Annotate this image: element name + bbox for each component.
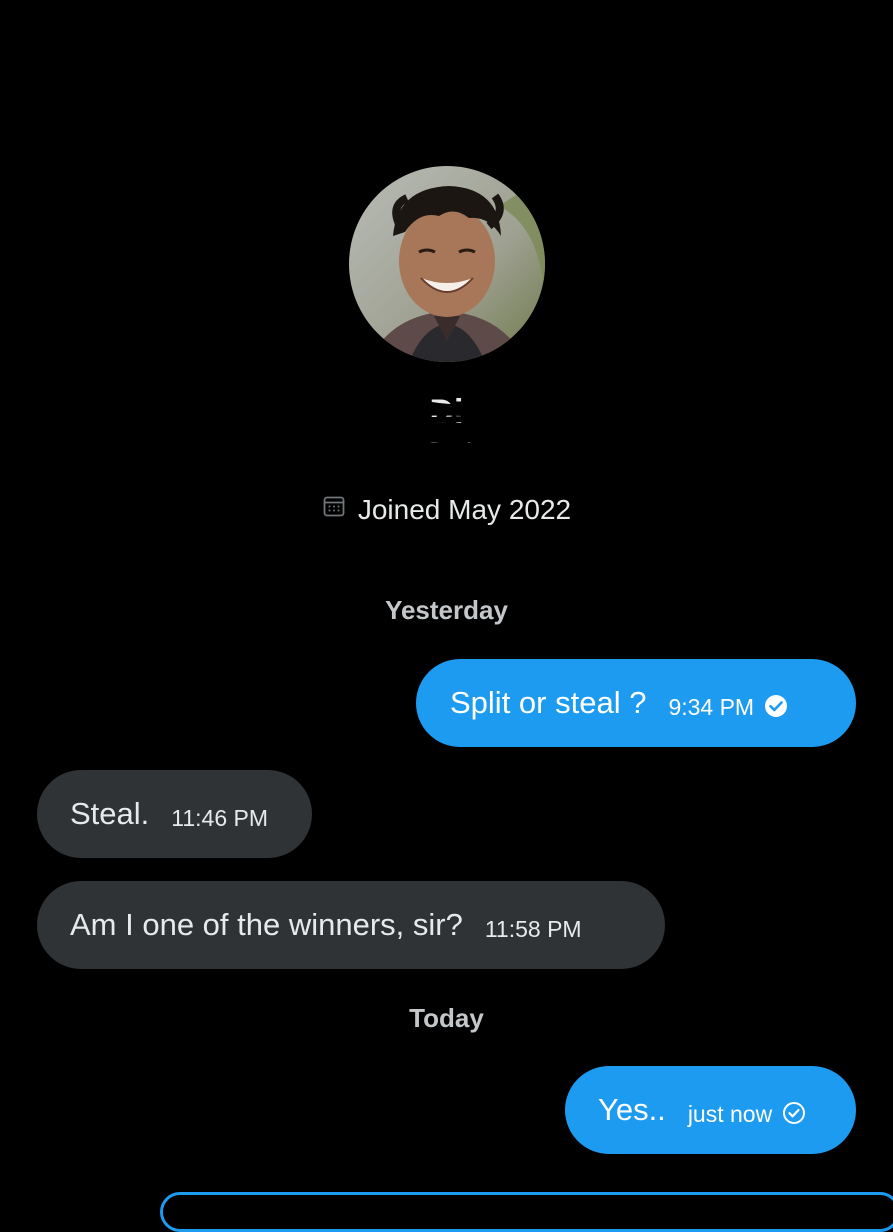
read-check-icon bbox=[764, 694, 788, 718]
message-composer[interactable] bbox=[160, 1192, 893, 1232]
message-text: Yes.. bbox=[598, 1092, 666, 1127]
message-time: 11:58 PM bbox=[484, 916, 582, 942]
date-separator-today: Today bbox=[409, 1003, 484, 1033]
avatar[interactable] bbox=[348, 166, 545, 362]
joined-label: Joined May 2022 bbox=[357, 494, 572, 525]
message-time: 9:34 PM bbox=[668, 694, 755, 720]
message-text: Split or steal ? bbox=[450, 685, 647, 720]
profile-header: Di @Di bbox=[0, 166, 893, 470]
calendar-icon bbox=[322, 489, 346, 529]
message-time: just now bbox=[687, 1101, 773, 1127]
message-bubble-sent[interactable]: Split or steal ? 9:34 PM bbox=[416, 659, 856, 747]
avatar-photo bbox=[348, 166, 545, 362]
message-bubble-sent[interactable]: Yes.. just now bbox=[565, 1066, 856, 1154]
display-name-row: Di bbox=[0, 384, 893, 440]
handle-row: @Di bbox=[0, 434, 893, 470]
message-bubble-received[interactable]: Am I one of the winners, sir? 11:58 PM bbox=[37, 881, 665, 969]
message-time: 11:46 PM bbox=[171, 805, 269, 831]
joined-date: Joined May 2022 bbox=[0, 490, 893, 532]
message-text: Steal. bbox=[70, 796, 150, 831]
redaction-scribble bbox=[347, 388, 539, 424]
date-separator-yesterday: Yesterday bbox=[385, 595, 508, 625]
message-text: Am I one of the winners, sir? bbox=[70, 907, 463, 942]
redaction-scribble bbox=[398, 442, 538, 468]
message-bubble-received[interactable]: Steal. 11:46 PM bbox=[37, 770, 312, 858]
sent-check-icon bbox=[782, 1101, 806, 1125]
